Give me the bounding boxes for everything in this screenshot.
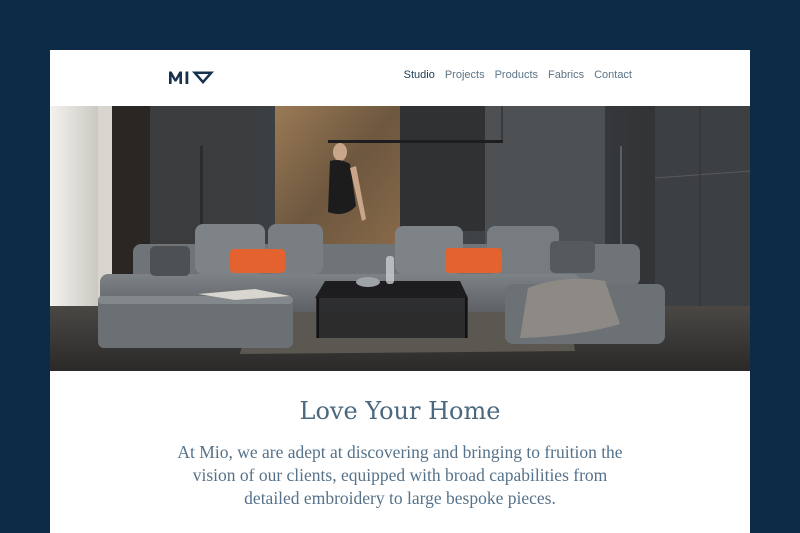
mio-logo[interactable]	[168, 70, 216, 85]
intro-paragraph: At Mio, we are adept at discovering and …	[177, 442, 623, 508]
page-title: Love Your Home	[299, 397, 501, 425]
nav-products[interactable]: Products	[495, 69, 538, 81]
intro-section: Love Your Home At Mio, we are adept at d…	[50, 371, 750, 510]
nav-contact[interactable]: Contact	[594, 69, 632, 81]
hero-image	[50, 106, 750, 371]
site-header: Studio Projects Products Fabrics Contact	[50, 50, 750, 106]
nav-fabrics[interactable]: Fabrics	[548, 69, 584, 81]
main-nav: Studio Projects Products Fabrics Contact	[404, 69, 632, 81]
nav-studio[interactable]: Studio	[404, 69, 435, 81]
nav-projects[interactable]: Projects	[445, 69, 485, 81]
living-room-photo	[50, 106, 750, 371]
page-frame: Studio Projects Products Fabrics Contact	[50, 50, 750, 533]
